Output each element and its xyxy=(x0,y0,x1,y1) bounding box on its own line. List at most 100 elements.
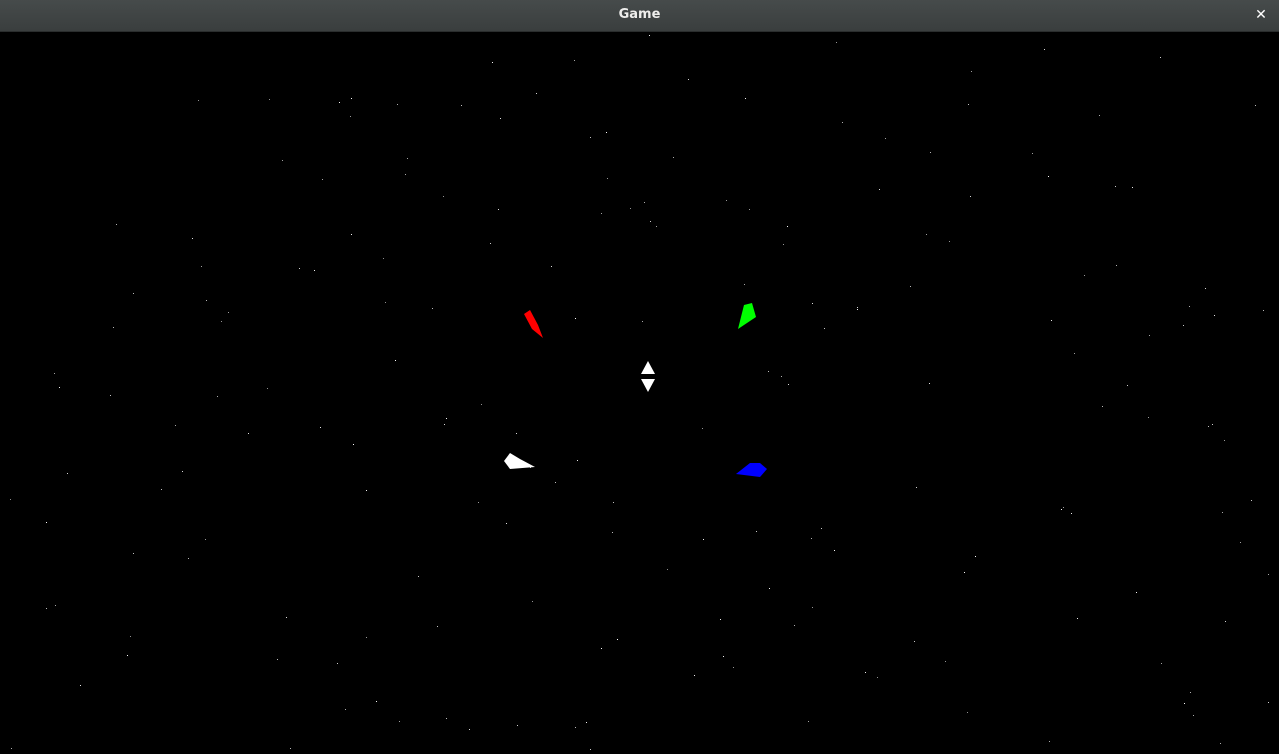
star xyxy=(968,104,969,105)
star xyxy=(1149,335,1150,336)
star xyxy=(688,79,689,80)
white-ship xyxy=(504,453,535,469)
star xyxy=(46,608,47,609)
star xyxy=(865,672,866,673)
star xyxy=(926,234,927,235)
star xyxy=(821,528,822,529)
star xyxy=(857,309,858,310)
star xyxy=(337,663,338,664)
star xyxy=(395,360,396,361)
star xyxy=(967,712,968,713)
star xyxy=(1032,153,1033,154)
star xyxy=(133,293,134,294)
star xyxy=(857,307,858,308)
star xyxy=(228,312,229,313)
star xyxy=(130,636,131,637)
star xyxy=(836,42,837,43)
window-title: Game xyxy=(618,7,661,22)
star xyxy=(320,427,321,428)
star xyxy=(339,102,340,103)
up-down-arrows-icon xyxy=(641,361,655,392)
star xyxy=(970,196,971,197)
star xyxy=(1189,306,1190,307)
star xyxy=(783,244,784,245)
star xyxy=(351,98,352,99)
star xyxy=(885,138,886,139)
star xyxy=(879,189,880,190)
star xyxy=(351,234,352,235)
star xyxy=(910,286,911,287)
star xyxy=(205,539,206,540)
star xyxy=(1183,325,1184,326)
star xyxy=(1263,310,1264,311)
star xyxy=(1148,417,1149,418)
star xyxy=(217,396,218,397)
star xyxy=(575,727,576,728)
star xyxy=(577,460,578,461)
star xyxy=(877,677,878,678)
star xyxy=(1193,715,1194,716)
star xyxy=(703,539,704,540)
star xyxy=(322,179,323,180)
star xyxy=(916,487,917,488)
star xyxy=(1044,49,1045,50)
game-canvas[interactable] xyxy=(0,33,1279,754)
star xyxy=(67,473,68,474)
star xyxy=(461,105,462,106)
star xyxy=(385,302,386,303)
star xyxy=(824,328,825,329)
star xyxy=(113,327,114,328)
star xyxy=(601,213,602,214)
star xyxy=(930,152,931,153)
star xyxy=(601,648,602,649)
star xyxy=(516,433,517,434)
star xyxy=(733,667,734,668)
star xyxy=(188,558,189,559)
star xyxy=(478,502,479,503)
game-window: Game ✕ xyxy=(0,0,1279,754)
blue-ship xyxy=(736,463,767,477)
star xyxy=(1205,288,1206,289)
star xyxy=(607,178,608,179)
star xyxy=(133,553,134,554)
star xyxy=(606,132,607,133)
star xyxy=(769,588,770,589)
star xyxy=(781,376,782,377)
star xyxy=(1071,513,1072,514)
star xyxy=(756,531,757,532)
star xyxy=(345,709,346,710)
star xyxy=(481,404,482,405)
star xyxy=(726,200,727,201)
star xyxy=(613,502,614,503)
star xyxy=(808,721,809,722)
star xyxy=(290,748,291,749)
star xyxy=(1049,741,1050,742)
star xyxy=(376,701,377,702)
star xyxy=(353,444,354,445)
star xyxy=(299,268,300,269)
star xyxy=(1048,176,1049,177)
star xyxy=(1084,275,1085,276)
star xyxy=(720,619,721,620)
star xyxy=(192,238,193,239)
star xyxy=(175,425,176,426)
star xyxy=(277,659,278,660)
star xyxy=(221,321,222,322)
star xyxy=(656,226,657,227)
star xyxy=(418,576,419,577)
star xyxy=(366,637,367,638)
close-icon[interactable]: ✕ xyxy=(1251,5,1271,25)
star xyxy=(745,98,746,99)
title-bar[interactable]: Game ✕ xyxy=(0,0,1279,32)
star xyxy=(1061,509,1062,510)
star xyxy=(642,321,643,322)
star xyxy=(407,158,408,159)
star xyxy=(590,749,591,750)
star xyxy=(182,471,183,472)
star xyxy=(673,157,674,158)
star xyxy=(1225,621,1226,622)
star xyxy=(1099,115,1100,116)
star xyxy=(1136,592,1137,593)
star xyxy=(1220,743,1221,744)
star xyxy=(286,617,287,618)
